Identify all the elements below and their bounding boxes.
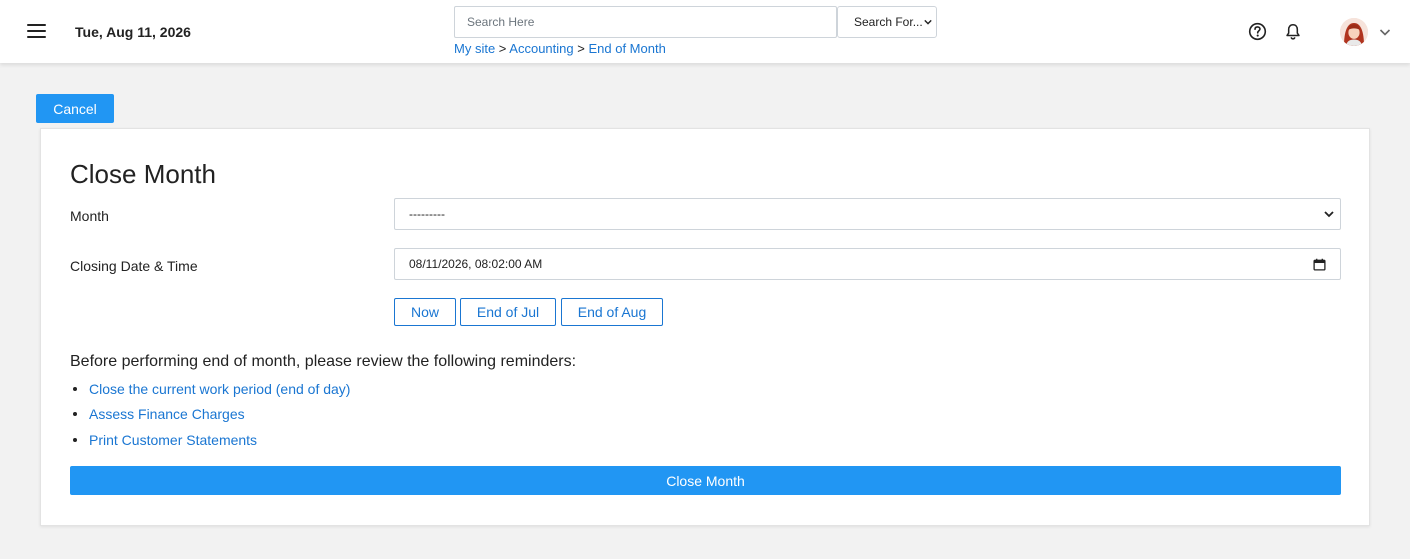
chevron-down-icon bbox=[924, 19, 932, 25]
reminder-heading: Before performing end of month, please r… bbox=[70, 353, 577, 370]
breadcrumb-accounting[interactable]: Accounting bbox=[509, 41, 573, 56]
end-of-jul-button[interactable]: End of Jul bbox=[460, 298, 556, 326]
help-icon[interactable] bbox=[1247, 21, 1267, 41]
breadcrumb-separator: > bbox=[498, 41, 507, 56]
now-button[interactable]: Now bbox=[394, 298, 456, 326]
closing-datetime-value: 08/11/2026, 08:02:00 AM bbox=[409, 257, 543, 271]
breadcrumb: My site > Accounting > End of Month bbox=[454, 41, 666, 56]
breadcrumb-my-site[interactable]: My site bbox=[454, 41, 495, 56]
menu-icon[interactable] bbox=[27, 22, 46, 40]
bell-icon[interactable] bbox=[1283, 21, 1303, 41]
reminder-link-close-work-period[interactable]: Close the current work period (end of da… bbox=[89, 381, 350, 397]
closing-datetime-input[interactable]: 08/11/2026, 08:02:00 AM bbox=[394, 248, 1341, 280]
current-date: Tue, Aug 11, 2026 bbox=[75, 24, 191, 40]
chevron-down-icon bbox=[1324, 211, 1334, 218]
list-item: Print Customer Statements bbox=[70, 427, 350, 453]
breadcrumb-separator: > bbox=[577, 41, 585, 56]
calendar-icon[interactable] bbox=[1313, 258, 1326, 271]
close-month-button[interactable]: Close Month bbox=[70, 466, 1341, 495]
month-select[interactable]: --------- bbox=[394, 198, 1341, 230]
month-select-value: --------- bbox=[409, 207, 445, 221]
cancel-button[interactable]: Cancel bbox=[36, 94, 114, 123]
close-month-card: Close Month Month --------- Closing Date… bbox=[40, 128, 1370, 526]
reminder-link-finance-charges[interactable]: Assess Finance Charges bbox=[89, 406, 245, 422]
closing-date-label: Closing Date & Time bbox=[70, 258, 198, 274]
bullet bbox=[73, 437, 77, 442]
chevron-down-icon[interactable] bbox=[1379, 26, 1391, 38]
reminder-link-customer-statements[interactable]: Print Customer Statements bbox=[89, 432, 257, 448]
bullet bbox=[73, 386, 77, 391]
bullet bbox=[73, 412, 77, 417]
top-bar: Tue, Aug 11, 2026 Search For... My site … bbox=[0, 0, 1410, 63]
end-of-aug-button[interactable]: End of Aug bbox=[561, 298, 663, 326]
list-item: Assess Finance Charges bbox=[70, 402, 350, 428]
breadcrumb-end-of-month[interactable]: End of Month bbox=[588, 41, 665, 56]
search-for-label: Search For... bbox=[854, 15, 923, 29]
avatar[interactable] bbox=[1340, 18, 1368, 46]
search-input[interactable] bbox=[454, 6, 837, 38]
reminder-list: Close the current work period (end of da… bbox=[70, 376, 350, 453]
page-title: Close Month bbox=[70, 159, 216, 189]
month-label: Month bbox=[70, 208, 109, 224]
search-for-select[interactable]: Search For... bbox=[837, 6, 937, 38]
list-item: Close the current work period (end of da… bbox=[70, 376, 350, 402]
